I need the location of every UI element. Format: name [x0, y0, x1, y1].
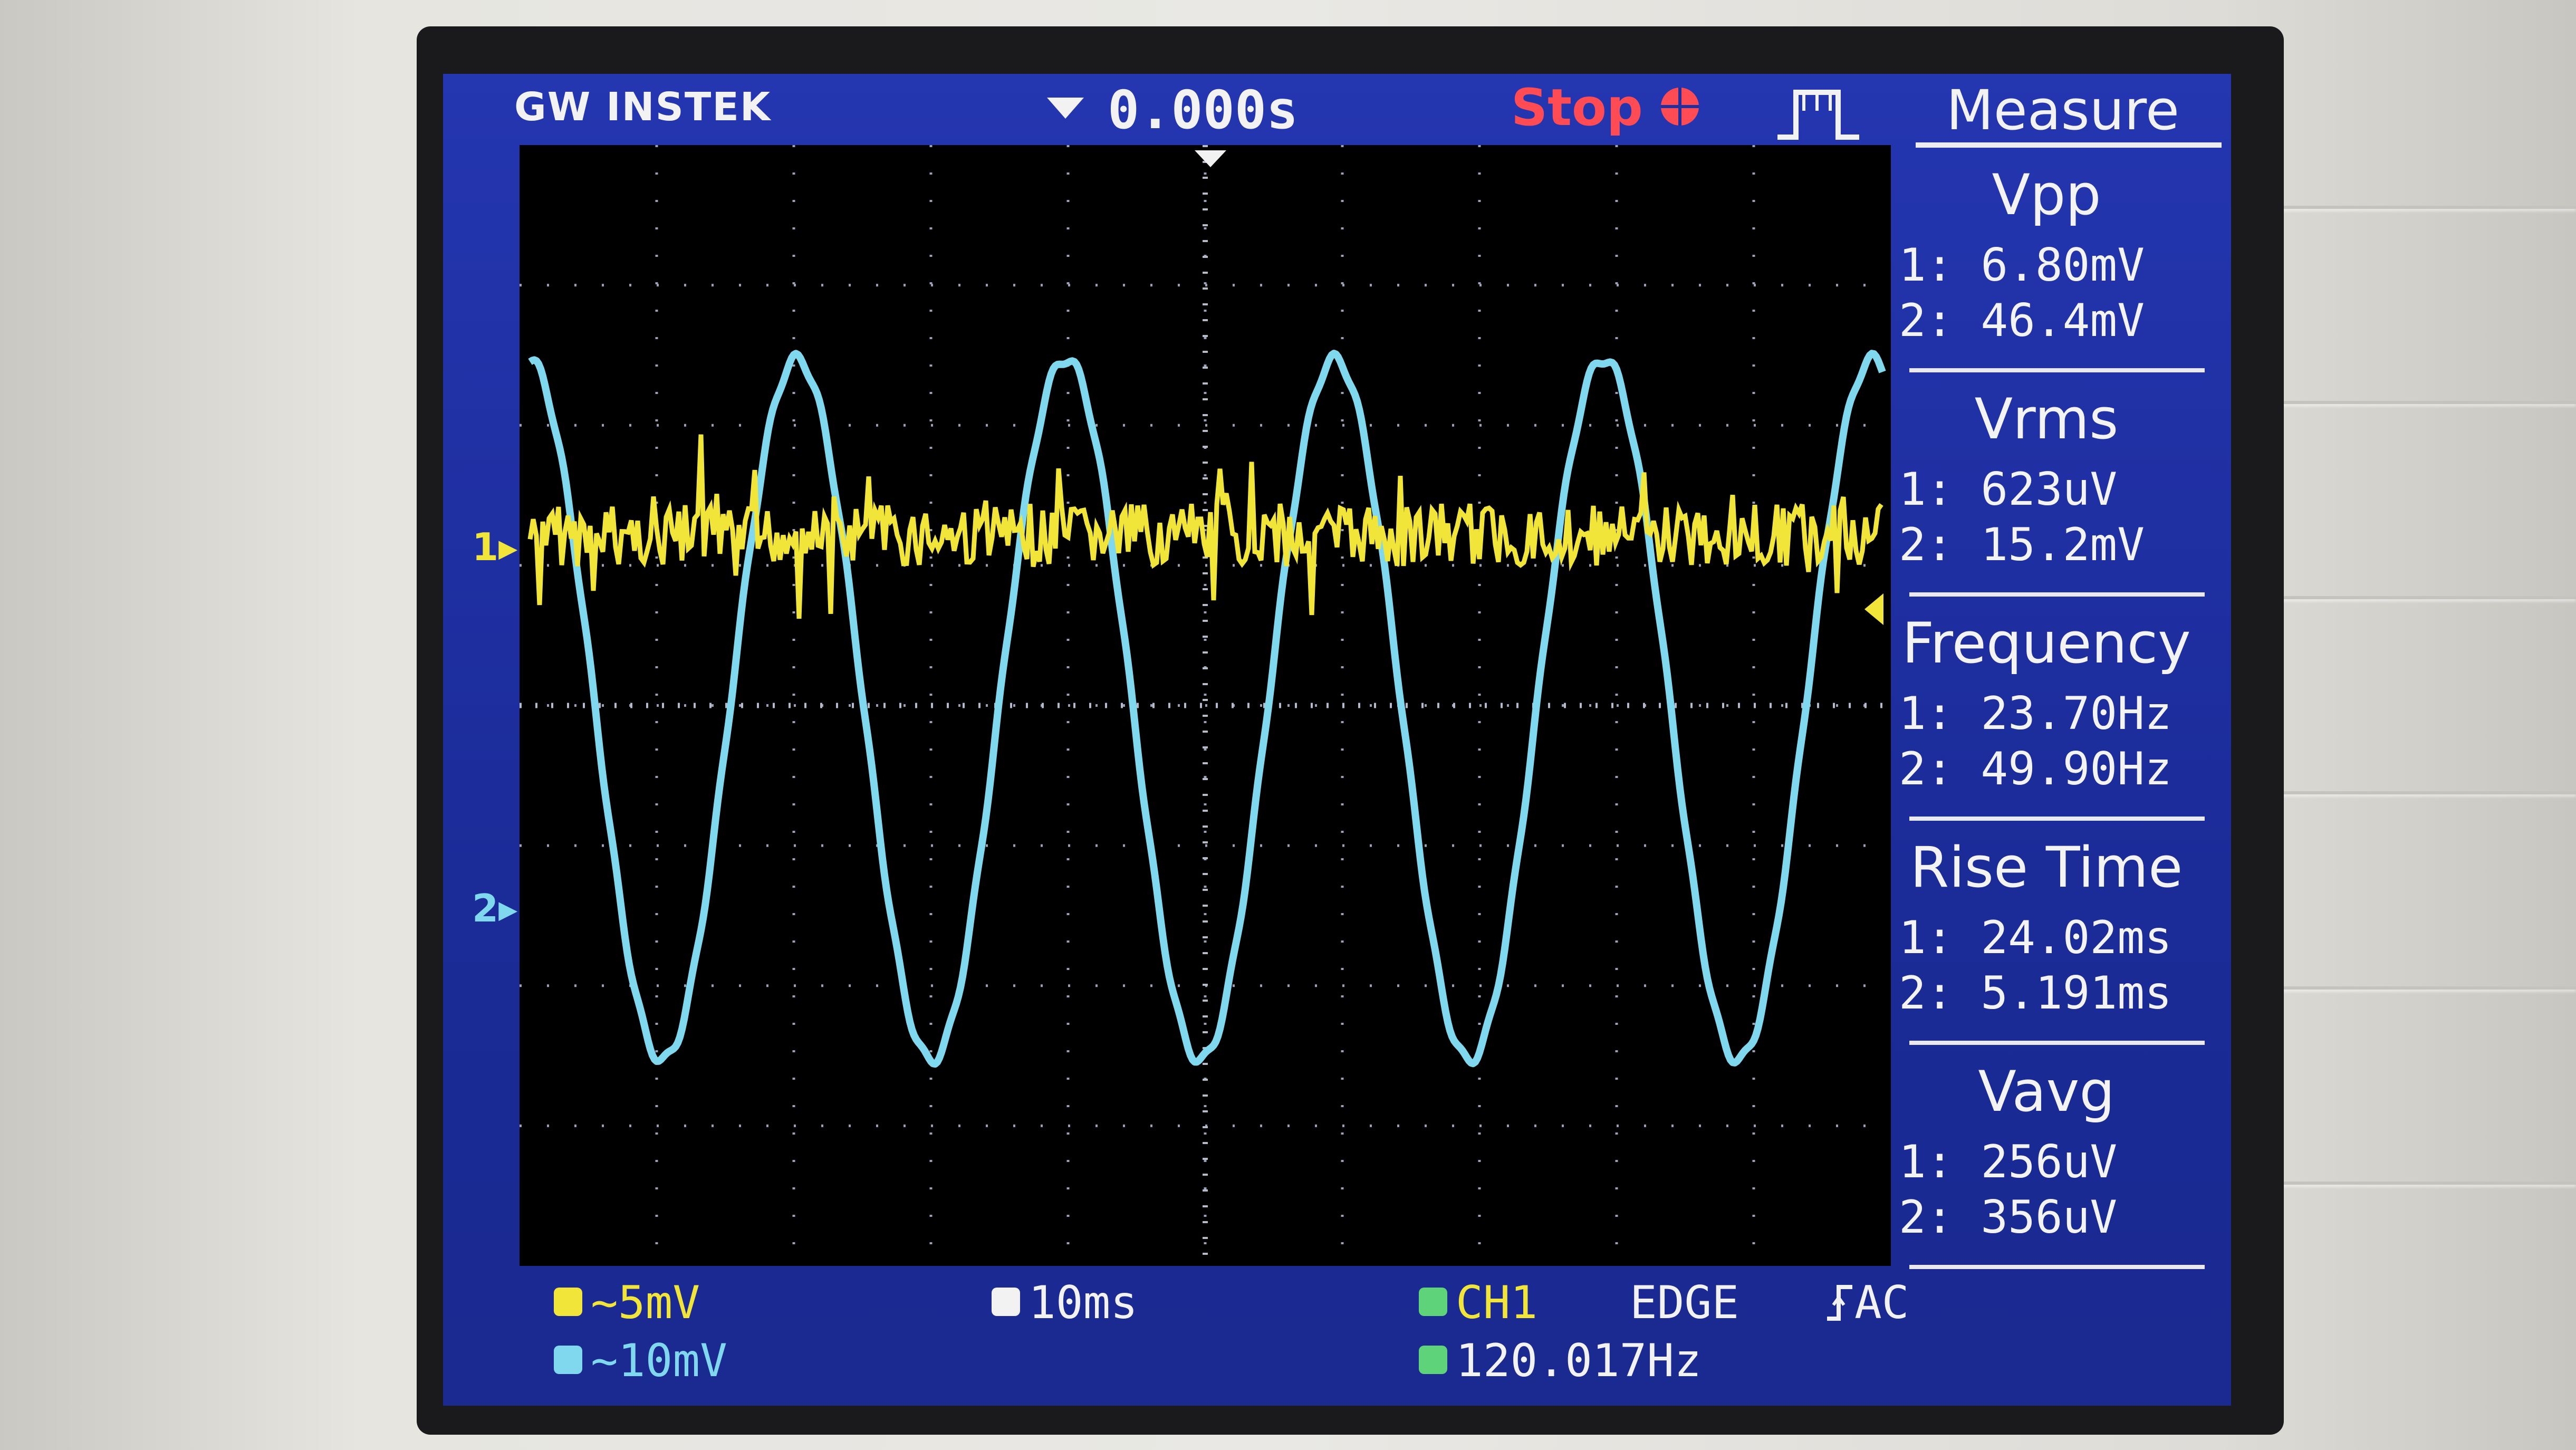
brand-logo: GW INSTEK	[514, 84, 772, 130]
measurement-ch1: 1: 24.02ms	[1899, 911, 2172, 964]
trigger-position-icon	[1047, 98, 1084, 119]
trigger-badge-icon	[1419, 1287, 1447, 1316]
measurement-ch2: 2: 49.90Hz	[1899, 743, 2172, 795]
ch2-scale[interactable]: ~10mV	[554, 1334, 727, 1387]
trigger-level-icon	[1864, 593, 1883, 625]
time-offset: 0.000s	[1108, 79, 1299, 141]
trigger-coupling[interactable]: AC	[1825, 1276, 1909, 1329]
trigger-frequency: 120.017Hz	[1419, 1334, 1702, 1387]
measurement-title: Vavg	[1978, 1059, 2115, 1124]
measurement-ch1: 1: 6.80mV	[1899, 239, 2145, 292]
trigger-coupling-value: AC	[1854, 1276, 1909, 1329]
trigger-frequency-value: 120.017Hz	[1456, 1334, 1702, 1387]
bezel-soft-key-ridges	[2268, 174, 2576, 1334]
ch2-marker-label: 2	[472, 886, 499, 930]
measurement-ch2: 2: 46.4mV	[1899, 294, 2145, 347]
measurement-title: Frequency	[1902, 611, 2191, 676]
measurement-title: Rise Time	[1910, 835, 2183, 900]
trigger-source-value: CH1	[1456, 1276, 1538, 1329]
ch1-scale-value: ~5mV	[591, 1276, 700, 1329]
ch1-marker: 1▸	[472, 525, 518, 569]
measurement-title: Vrms	[1974, 387, 2119, 452]
measurement-ch1: 1: 623uV	[1899, 463, 2118, 516]
timebase[interactable]: 10ms	[992, 1276, 1138, 1329]
measurement-ch1: 1: 23.70Hz	[1899, 687, 2172, 740]
ch2-trace	[528, 350, 1886, 1068]
trigger-time-marker-icon	[1195, 150, 1226, 167]
menu-title[interactable]: Measure	[1946, 78, 2179, 142]
trigger-type[interactable]: EDGE	[1630, 1276, 1739, 1329]
ch1-marker-label: 1	[472, 525, 499, 569]
section-divider	[1909, 1265, 2205, 1269]
ch2-badge-icon	[554, 1345, 582, 1374]
measurement-title: Vpp	[1992, 162, 2101, 227]
ch1-scale[interactable]: ~5mV	[554, 1276, 700, 1329]
horizontal-badge-icon	[992, 1287, 1020, 1316]
timebase-value: 10ms	[1029, 1276, 1138, 1329]
rising-edge-icon	[1827, 1284, 1852, 1321]
ch1-badge-icon	[554, 1287, 582, 1316]
measurement-ch1: 1: 256uV	[1899, 1136, 2118, 1188]
section-divider	[1909, 1041, 2205, 1045]
section-divider	[1909, 817, 2205, 821]
measurement-ch2: 2: 356uV	[1899, 1191, 2118, 1244]
trigger-source[interactable]: CH1	[1419, 1276, 1537, 1329]
ch2-marker: 2▸	[472, 886, 518, 930]
run-status[interactable]: Stop	[1511, 78, 1643, 137]
measurement-ch2: 2: 5.191ms	[1899, 967, 2172, 1020]
ch2-scale-value: ~10mV	[591, 1334, 727, 1387]
section-divider	[1909, 368, 2205, 372]
measurement-ch2: 2: 15.2mV	[1899, 518, 2145, 571]
waveform-display	[520, 145, 1891, 1266]
frequency-counter-badge-icon	[1419, 1345, 1447, 1374]
section-divider	[1909, 592, 2205, 597]
stop-indicator-icon	[1661, 88, 1699, 126]
waveform-svg	[520, 145, 1891, 1266]
pulse-waveform-icon	[1777, 90, 1859, 140]
measure-panel: Vpp 1: 6.80mV 2: 46.4mV Vrms 1: 623uV 2:…	[1899, 141, 2210, 1275]
